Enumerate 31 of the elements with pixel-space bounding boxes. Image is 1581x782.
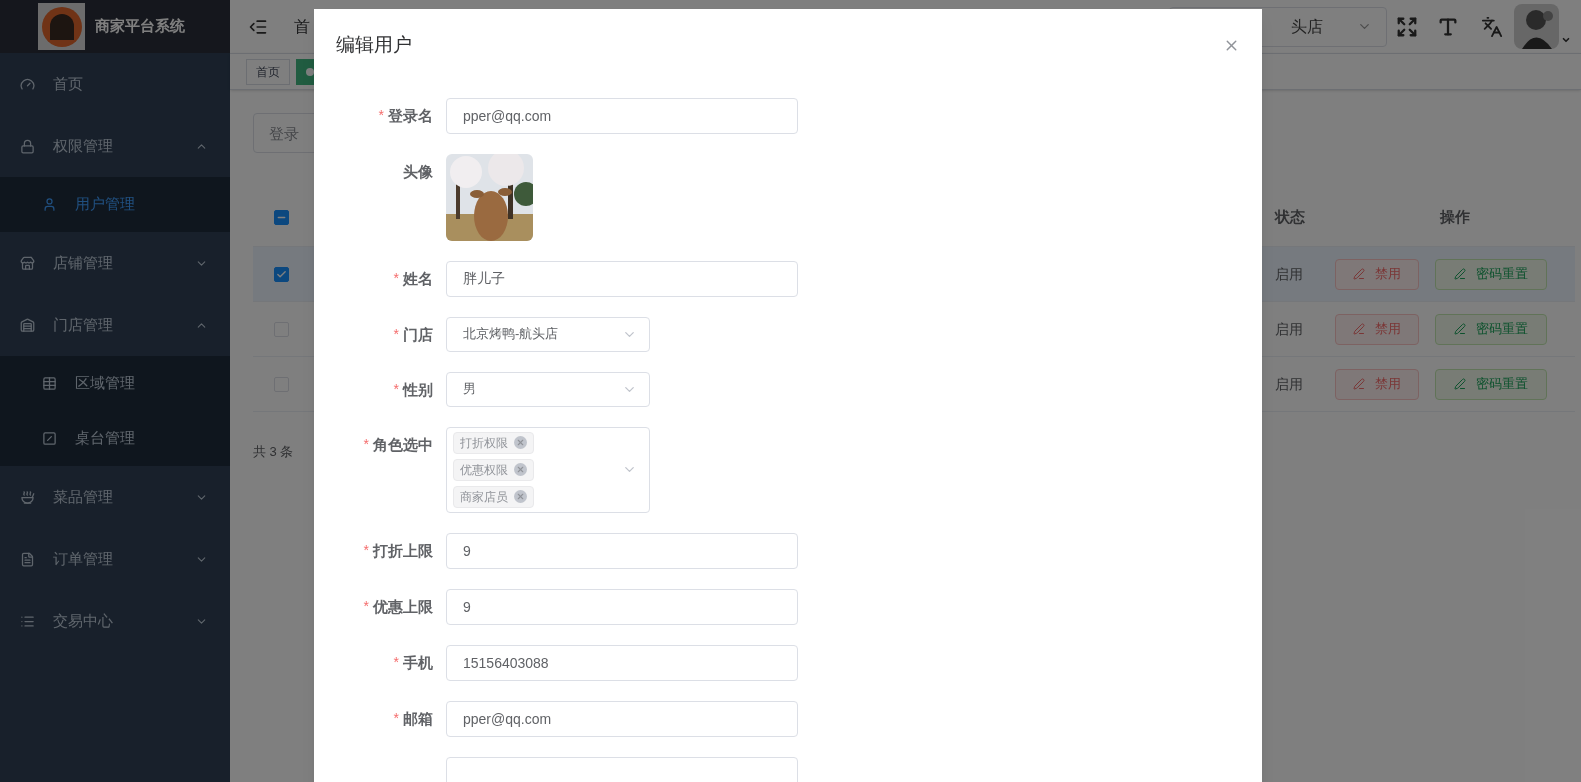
status-cell-text: 启用 bbox=[1274, 319, 1304, 339]
required-mark: * bbox=[378, 105, 384, 125]
field-label: 性别 bbox=[403, 379, 433, 400]
field-label: 角色选中 bbox=[373, 434, 433, 455]
column-header: 操作 bbox=[1439, 207, 1471, 228]
field-label: 门店 bbox=[403, 324, 433, 345]
field-label: 头像 bbox=[403, 161, 433, 182]
status-cell-text: 启用 bbox=[1274, 264, 1304, 284]
required-mark: * bbox=[393, 324, 399, 344]
required-mark: * bbox=[393, 268, 399, 288]
required-mark: * bbox=[363, 434, 369, 454]
field-label: 手机 bbox=[403, 652, 433, 673]
total-count: 共 3 条 bbox=[253, 443, 294, 461]
role-tag: 优惠权限 bbox=[453, 458, 534, 481]
column-header: 状态 bbox=[1273, 207, 1306, 228]
status-cell-text: 启用 bbox=[1274, 374, 1304, 394]
field-label: 优惠上限 bbox=[373, 596, 433, 617]
role-tag: 打折权限 bbox=[453, 431, 534, 454]
field-label: 邮箱 bbox=[403, 708, 433, 729]
dialog-title: 编辑用户 bbox=[336, 33, 412, 57]
required-mark: * bbox=[393, 379, 399, 399]
role-tag: 商家店员 bbox=[453, 485, 534, 508]
breadcrumb: 首 bbox=[294, 16, 310, 37]
field-label: 姓名 bbox=[403, 268, 433, 289]
field-label: 登录名 bbox=[388, 105, 433, 126]
required-mark: * bbox=[363, 596, 369, 616]
required-mark: * bbox=[393, 652, 399, 672]
required-mark: * bbox=[363, 540, 369, 560]
app-title: 商家平台系统 bbox=[95, 16, 185, 37]
field-label: 打折上限 bbox=[373, 540, 433, 561]
required-mark: * bbox=[393, 708, 399, 728]
